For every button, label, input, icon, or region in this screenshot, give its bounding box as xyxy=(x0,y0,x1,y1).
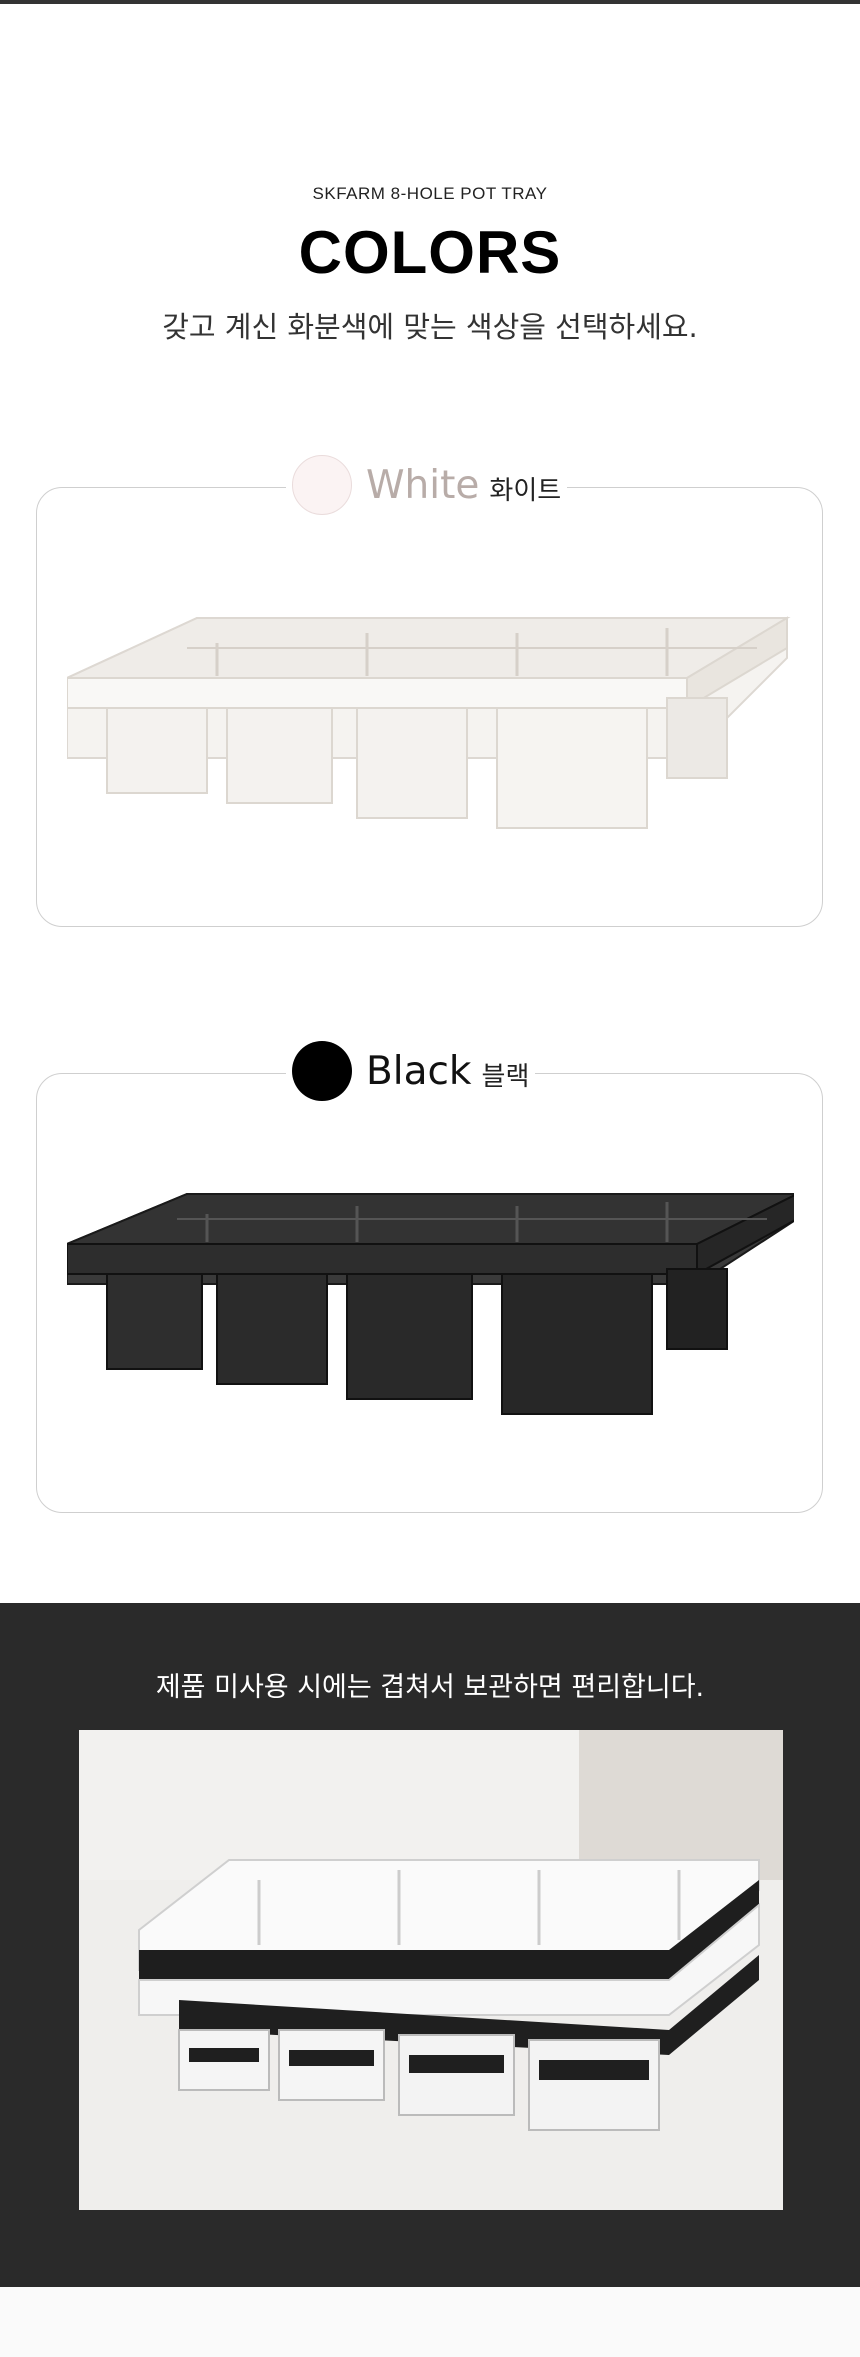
storage-caption: 제품 미사용 시에는 겹쳐서 보관하면 편리합니다. xyxy=(155,1672,705,1703)
white-tray-image xyxy=(67,616,791,829)
black-swatch-icon xyxy=(292,1041,352,1101)
colors-header: SKFARM 8-HOLE POT TRAY COLORS 갖고 계신 화분색에… xyxy=(0,0,860,380)
black-name-en: Black xyxy=(366,1048,472,1094)
black-name-ko: 블랙 xyxy=(481,1061,530,1092)
product-subtitle: SKFARM 8-HOLE POT TRAY xyxy=(312,184,548,203)
stacked-trays-photo xyxy=(79,1730,783,2210)
white-tray-card xyxy=(36,487,823,927)
black-tray-image xyxy=(67,1193,794,1415)
white-name-ko: 화이트 xyxy=(489,475,562,506)
storage-section: 제품 미사용 시에는 겹쳐서 보관하면 편리합니다. xyxy=(0,1603,860,2287)
page-title: COLORS xyxy=(298,219,562,286)
black-tray-card xyxy=(36,1073,823,1513)
white-color-label: White 화이트 xyxy=(286,454,568,516)
bottom-strip xyxy=(0,2287,860,2357)
black-color-label: Black 블랙 xyxy=(286,1040,536,1102)
white-name-en: White xyxy=(366,462,480,508)
page-description: 갖고 계신 화분색에 맞는 색상을 선택하세요. xyxy=(162,310,698,344)
white-swatch-icon xyxy=(292,455,352,515)
